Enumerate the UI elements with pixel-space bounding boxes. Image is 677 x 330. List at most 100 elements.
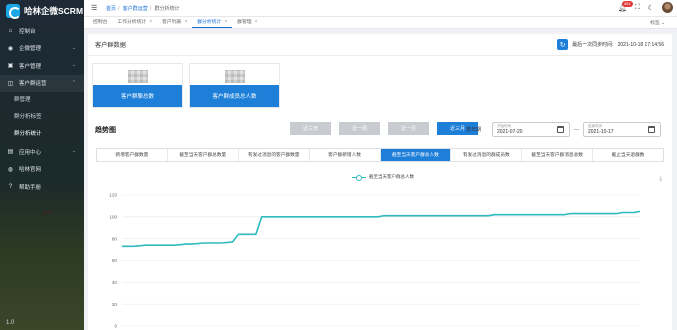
sync-label: 最后一次同步时间:: [572, 42, 614, 48]
start-date-field[interactable]: 开始时间 2021-07-20: [492, 122, 570, 137]
tab-customer-list[interactable]: 客户列表 ×: [157, 17, 192, 28]
horse-silhouette-icon: [41, 209, 53, 217]
end-date-field[interactable]: 结束时间 2021-10-17: [583, 122, 661, 137]
notification-bell[interactable]: 🔔︎ 451: [618, 0, 633, 12]
chevron-down-icon: ⌄: [660, 21, 665, 26]
logo-icon: [6, 4, 21, 19]
y-tick-label: 60: [112, 258, 118, 263]
sidebar-item-website[interactable]: ◍ 哈林官网: [0, 161, 84, 179]
apps-icon: ▤: [7, 149, 14, 156]
sidebar-item-label: 客户群运营: [19, 81, 47, 88]
date-separator: —: [574, 126, 579, 133]
calendar-icon[interactable]: [557, 126, 564, 133]
home-icon: ⌂: [8, 27, 13, 34]
sidebar-subitem-group-stats[interactable]: 群分析统计: [0, 126, 84, 143]
fullscreen-icon[interactable]: ⛶: [635, 4, 640, 12]
sidebar-item-label: 客户管理: [19, 63, 42, 70]
breadcrumb: 首页 / 客户群运营 / 群分析统计: [106, 5, 180, 12]
section-title: 客户群数据: [95, 42, 126, 49]
sidebar-item-group-ops[interactable]: ◫ 客户群运营 ⌃: [0, 74, 84, 92]
metric-tab[interactable]: 有发过消息的群成员数: [451, 149, 523, 161]
sidebar-subitem-group-manage[interactable]: 群管理: [0, 92, 84, 109]
app-root: 哈林企微SCRM ⌂ 控制台 ◉ 企微管理 ⌄ ▣ 客户管理 ⌄ ◫ 客户群运营…: [0, 0, 677, 330]
page-tabs: 控制台 工作分析统计 × 客户列表 × 群分析统计 × 群管理 × 标签 ⌄: [84, 17, 677, 29]
metric-tab-active[interactable]: 截至当天客户群总人数: [380, 149, 452, 161]
tabs-menu-button[interactable]: 标签 ⌄: [650, 19, 665, 26]
chevron-down-icon: ⌄: [71, 148, 76, 154]
close-icon[interactable]: ×: [149, 17, 152, 28]
sidebar-item-customers[interactable]: ▣ 客户管理 ⌄: [0, 57, 84, 75]
tab-label: 控制台: [93, 20, 108, 25]
y-tick-label: 120: [109, 193, 117, 198]
sidebar-menu: ⌂ 控制台 ◉ 企微管理 ⌄ ▣ 客户管理 ⌄ ◫ 客户群运营 ⌃ 群管理 群分…: [0, 22, 84, 196]
y-tick-label: 40: [112, 280, 118, 285]
date-range-picker: 按日期 开始时间 2021-07-20 — 结束时间 2021-10-17: [466, 122, 661, 137]
metric-tab[interactable]: 客户群新增人数: [310, 149, 381, 161]
refresh-button[interactable]: ↻: [557, 39, 569, 50]
stat-cards: 客户群聊总数 客户群成员总人数: [92, 63, 280, 108]
chevron-up-icon: ⌃: [71, 79, 76, 86]
range-buttons: 近三天 近一周 近一月 近三月: [290, 122, 478, 135]
refresh-icon: ↻: [559, 41, 566, 49]
metric-tab[interactable]: 截至当天客户群消息总数: [522, 149, 594, 161]
y-tick-label: 100: [109, 215, 117, 220]
sidebar-subitem-group-tags[interactable]: 群分析标签: [0, 109, 84, 126]
tab-label: 工作分析统计: [117, 20, 147, 25]
tabs-menu-label: 标签: [650, 21, 660, 26]
close-icon[interactable]: ×: [184, 17, 187, 28]
blurred-value: [225, 70, 245, 83]
avatar[interactable]: [662, 2, 673, 13]
sidebar-item-label: 应用中心: [19, 149, 42, 156]
range-1-week-button[interactable]: 近一周: [339, 122, 380, 135]
sidebar-version: 1.0: [6, 320, 15, 326]
breadcrumb-item[interactable]: 客户群运营: [123, 6, 148, 12]
breadcrumb-current: 群分析统计: [154, 5, 180, 12]
sidebar-item-label: 企微管理: [19, 46, 42, 53]
range-1-month-button[interactable]: 近一月: [388, 122, 429, 135]
sidebar: 哈林企微SCRM ⌂ 控制台 ◉ 企微管理 ⌄ ▣ 客户管理 ⌄ ◫ 客户群运营…: [0, 0, 84, 330]
sidebar-item-wecom[interactable]: ◉ 企微管理 ⌄: [0, 40, 84, 58]
stat-card-group-count[interactable]: 客户群聊总数: [92, 63, 183, 108]
wechat-icon: ◉: [7, 45, 14, 52]
tab-dashboard[interactable]: 控制台: [88, 17, 112, 28]
users-icon: ▣: [7, 63, 14, 70]
top-header: ☰ 首页 / 客户群运营 / 群分析统计 🔔︎ 451 ⛶ ☾: [84, 0, 677, 17]
tab-label: 客户列表: [162, 20, 182, 25]
metric-tab[interactable]: 有发过消息的客户群数量: [239, 149, 310, 161]
breadcrumb-item[interactable]: 首页: [106, 6, 116, 12]
chevron-down-icon: ⌄: [71, 44, 76, 51]
sidebar-item-label: 帮助手册: [19, 184, 42, 191]
calendar-icon[interactable]: [648, 126, 655, 133]
sidebar-item-label: 哈林官网: [19, 167, 42, 174]
header-actions: 🔔︎ 451 ⛶ ☾: [618, 0, 673, 13]
dark-mode-icon[interactable]: ☾: [648, 4, 654, 12]
y-tick-label: 80: [112, 236, 118, 241]
tab-label: 群分析统计: [197, 19, 222, 25]
main-content: 客户群数据 ↻ 最后一次同步时间: 2021-10-18 17:14:56 客户…: [88, 34, 672, 330]
menu-toggle-icon[interactable]: ☰: [91, 4, 101, 12]
sidebar-item-dashboard[interactable]: ⌂ 控制台: [0, 22, 84, 40]
sidebar-item-apps[interactable]: ▤ 应用中心 ⌄: [0, 143, 84, 161]
tab-group-manage[interactable]: 群管理 ×: [232, 17, 262, 28]
metric-tab[interactable]: 截止当天退群数: [593, 149, 663, 161]
close-icon[interactable]: ×: [255, 17, 258, 28]
sync-time: 2021-10-18 17:14:56: [617, 41, 664, 48]
close-icon[interactable]: ×: [224, 17, 227, 28]
app-logo[interactable]: 哈林企微SCRM: [0, 0, 84, 22]
range-3-days-button[interactable]: 近三天: [290, 122, 331, 135]
metric-tab[interactable]: 新增客户群数量: [97, 149, 168, 161]
help-icon: ?: [8, 183, 13, 190]
y-tick-label: 0: [114, 324, 117, 329]
stat-card-member-count[interactable]: 客户群成员总人数: [189, 63, 280, 108]
tab-group-stats[interactable]: 群分析统计 ×: [192, 17, 233, 28]
sidebar-item-help[interactable]: ? 帮助手册: [0, 178, 84, 196]
group-icon: ◫: [7, 80, 14, 87]
stat-card-label: 客户群成员总人数: [190, 85, 279, 107]
period-label: 按日期: [466, 127, 482, 133]
trend-title: 趋势图: [95, 127, 116, 134]
tab-work-stats[interactable]: 工作分析统计 ×: [112, 17, 157, 28]
globe-icon: ◍: [7, 166, 14, 173]
metric-tabs: 新增客户群数量 截至当天客户群总数量 有发过消息的客户群数量 客户群新增人数 截…: [96, 148, 664, 162]
metric-tab[interactable]: 截至当天客户群总数量: [168, 149, 239, 161]
y-tick-label: 20: [112, 302, 118, 307]
